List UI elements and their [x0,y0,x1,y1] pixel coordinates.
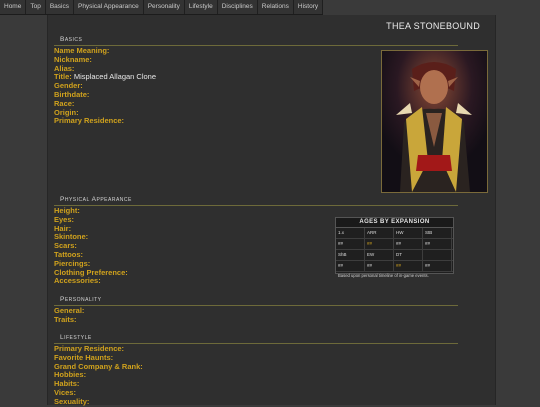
ages-cell: ## [394,261,423,271]
ages-table-row: ShB EW DT [336,250,453,261]
nav-relations[interactable]: Relations [257,0,294,14]
field-accessories: Accessories: [54,276,101,286]
ages-table-row: ## ## ## ## [336,239,453,250]
character-name: THEA STONEBOUND [386,21,480,31]
profile-page: THEA STONEBOUND Basics Name Meaning: Nic… [47,15,496,407]
section-title-basics: Basics [60,36,83,43]
portrait-image [382,51,487,192]
nav-physical-appearance[interactable]: Physical Appearance [73,0,144,14]
ages-cell: ## [394,239,423,249]
ages-table-title: AGES BY EXPANSION [336,218,453,228]
ages-cell [423,250,452,260]
section-title-physical-appearance: Physical Appearance [60,196,132,203]
ages-cell: ## [365,239,394,249]
nav-lifestyle[interactable]: Lifestyle [184,0,218,14]
ages-cell: 1.x [336,228,365,238]
nav-disciplines[interactable]: Disciplines [217,0,258,14]
nav-history[interactable]: History [293,0,324,14]
ages-cell: ShB [336,250,365,260]
section-divider [54,45,458,46]
ages-cell: EW [365,250,394,260]
nav-home[interactable]: Home [0,0,27,14]
ages-table-note: Based upon personal timeline of in-game … [338,273,429,278]
ages-cell: ## [423,239,452,249]
section-divider [54,205,458,206]
physical-fields: Height: Eyes: Hair: Skintone: Scars: Tat… [54,206,128,286]
ages-cell: ## [423,261,452,271]
lifestyle-fields: Primary Residence: Favorite Haunts: Gran… [54,344,143,407]
ages-cell: DT [394,250,423,260]
section-title-personality: Personality [60,296,102,303]
ages-cell: ## [365,261,394,271]
top-nav: Home Top Basics Physical Appearance Pers… [0,0,324,15]
personality-fields: General: Traits: [54,306,84,325]
ages-cell: ## [336,239,365,249]
field-sexuality: Sexuality: [54,396,90,406]
ages-table-row: 1.x ARR HW StB [336,228,453,239]
field-traits: Traits: [54,314,77,324]
ages-by-expansion-table: AGES BY EXPANSION 1.x ARR HW StB ## ## #… [335,217,454,278]
ages-cell: ## [336,261,365,271]
ages-cell: StB [423,228,452,238]
nav-basics[interactable]: Basics [45,0,74,14]
ages-cell: ARR [365,228,394,238]
section-title-lifestyle: Lifestyle [60,334,92,341]
character-portrait [381,50,488,193]
nav-top[interactable]: Top [26,0,46,14]
field-primary-residence: Primary Residence: [54,116,125,126]
nav-personality[interactable]: Personality [143,0,185,14]
section-divider [54,305,458,306]
ages-cell: HW [394,228,423,238]
basics-fields: Name Meaning: Nickname: Alias: Title: Mi… [54,46,156,126]
ages-table-row: ## ## ## ## [336,261,453,272]
